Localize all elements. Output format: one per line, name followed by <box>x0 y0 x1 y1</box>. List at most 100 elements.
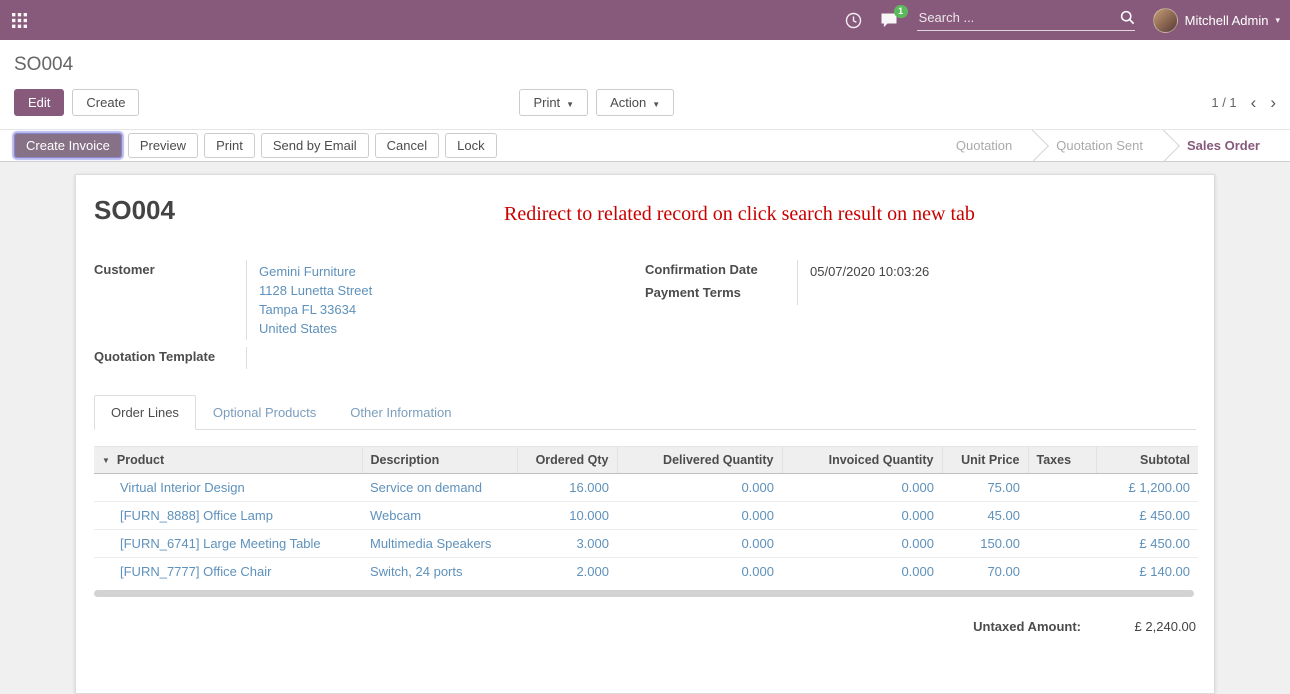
cell-invoiced-qty: 0.000 <box>782 530 942 558</box>
control-panel-buttons: Edit Create Print▼ Action▼ 1 / 1 ‹ › <box>0 89 1290 116</box>
global-search <box>917 9 1135 31</box>
pager-previous-icon[interactable]: ‹ <box>1251 94 1257 111</box>
horizontal-scrollbar[interactable] <box>94 590 1194 597</box>
avatar <box>1153 8 1178 33</box>
action-dropdown[interactable]: Action▼ <box>596 89 674 116</box>
cell-description: Multimedia Speakers <box>362 530 517 558</box>
tab-optional-products[interactable]: Optional Products <box>196 395 333 430</box>
cell-taxes <box>1028 558 1096 586</box>
cell-unit-price: 70.00 <box>942 558 1028 586</box>
column-header-product[interactable]: ▼Product <box>94 447 362 474</box>
edit-button[interactable]: Edit <box>14 89 64 116</box>
cell-delivered-qty: 0.000 <box>617 502 782 530</box>
untaxed-amount-label: Untaxed Amount: <box>973 619 1081 634</box>
cell-invoiced-qty: 0.000 <box>782 502 942 530</box>
create-button[interactable]: Create <box>72 89 139 116</box>
status-steps: Quotation Quotation Sent Sales Order <box>934 129 1290 162</box>
confirmation-date-label: Confirmation Date <box>645 260 797 283</box>
cell-description: Service on demand <box>362 474 517 502</box>
payment-terms-value <box>797 283 1196 305</box>
control-panel: SO004 Edit Create Print▼ Action▼ 1 / 1 ‹… <box>0 40 1290 129</box>
top-navbar: 1 Mitchell Admin ▾ <box>0 0 1290 40</box>
status-step-quotation[interactable]: Quotation <box>934 129 1034 162</box>
column-header-description[interactable]: Description <box>362 447 517 474</box>
cell-product: Virtual Interior Design <box>94 474 362 502</box>
sales-order-sheet: SO004 Redirect to related record on clic… <box>75 174 1215 694</box>
field-groups: Customer Gemini Furniture 1128 Lunetta S… <box>94 260 1196 369</box>
customer-address-line: United States <box>259 319 645 338</box>
customer-label: Customer <box>94 260 246 340</box>
column-header-delivered-quantity[interactable]: Delivered Quantity <box>617 447 782 474</box>
totals-section: Untaxed Amount: £ 2,240.00 <box>94 619 1196 634</box>
cell-description: Webcam <box>362 502 517 530</box>
chevron-down-icon: ▾ <box>1275 15 1280 26</box>
pager-counter: 1 / 1 <box>1211 95 1236 110</box>
customer-link[interactable]: Gemini Furniture <box>259 262 645 281</box>
column-header-invoiced-quantity[interactable]: Invoiced Quantity <box>782 447 942 474</box>
tab-order-lines[interactable]: Order Lines <box>94 395 196 430</box>
table-row[interactable]: [FURN_7777] Office Chair Switch, 24 port… <box>94 558 1198 586</box>
column-header-ordered-qty[interactable]: Ordered Qty <box>517 447 617 474</box>
cell-subtotal: £ 450.00 <box>1096 502 1198 530</box>
cell-subtotal: £ 140.00 <box>1096 558 1198 586</box>
cell-subtotal: £ 450.00 <box>1096 530 1198 558</box>
cell-product: [FURN_7777] Office Chair <box>94 558 362 586</box>
status-step-sales-order[interactable]: Sales Order <box>1165 129 1282 162</box>
customer-address-line: 1128 Lunetta Street <box>259 281 645 300</box>
user-menu[interactable]: Mitchell Admin ▾ <box>1153 8 1280 33</box>
pager: 1 / 1 ‹ › <box>1211 94 1276 111</box>
status-step-quotation-sent[interactable]: Quotation Sent <box>1034 129 1165 162</box>
notebook-tabs: Order Lines Optional Products Other Info… <box>94 395 1196 430</box>
cell-delivered-qty: 0.000 <box>617 530 782 558</box>
cell-product: [FURN_6741] Large Meeting Table <box>94 530 362 558</box>
table-row[interactable]: [FURN_6741] Large Meeting Table Multimed… <box>94 530 1198 558</box>
statusbar: Create Invoice Preview Print Send by Ema… <box>0 129 1290 162</box>
cell-delivered-qty: 0.000 <box>617 474 782 502</box>
messages-icon[interactable]: 1 <box>880 12 899 29</box>
cell-unit-price: 45.00 <box>942 502 1028 530</box>
edit-create-group: Edit Create <box>14 89 139 116</box>
cell-ordered-qty: 2.000 <box>517 558 617 586</box>
cell-invoiced-qty: 0.000 <box>782 558 942 586</box>
content-area: SO004 Redirect to related record on clic… <box>0 162 1290 694</box>
breadcrumb: SO004 <box>0 54 1290 76</box>
chevron-down-icon: ▼ <box>566 100 574 109</box>
cell-ordered-qty: 3.000 <box>517 530 617 558</box>
column-header-subtotal[interactable]: Subtotal <box>1096 447 1198 474</box>
cell-product: [FURN_8888] Office Lamp <box>94 502 362 530</box>
table-row[interactable]: [FURN_8888] Office Lamp Webcam 10.000 0.… <box>94 502 1198 530</box>
order-lines-table: ▼Product Description Ordered Qty Deliver… <box>94 446 1198 585</box>
activities-clock-icon[interactable] <box>845 12 862 29</box>
payment-terms-label: Payment Terms <box>645 283 797 305</box>
print-action-group: Print▼ Action▼ <box>519 89 674 116</box>
send-by-email-button[interactable]: Send by Email <box>261 133 369 158</box>
right-field-group: Confirmation Date 05/07/2020 10:03:26 Pa… <box>645 260 1196 369</box>
cell-ordered-qty: 16.000 <box>517 474 617 502</box>
cancel-button[interactable]: Cancel <box>375 133 439 158</box>
confirmation-date-value: 05/07/2020 10:03:26 <box>810 262 1196 281</box>
cell-invoiced-qty: 0.000 <box>782 474 942 502</box>
table-row[interactable]: Virtual Interior Design Service on deman… <box>94 474 1198 502</box>
print-dropdown[interactable]: Print▼ <box>519 89 588 116</box>
search-icon[interactable] <box>1120 10 1135 25</box>
pager-next-icon[interactable]: › <box>1270 94 1276 111</box>
column-header-unit-price[interactable]: Unit Price <box>942 447 1028 474</box>
user-name: Mitchell Admin <box>1185 13 1269 28</box>
lock-button[interactable]: Lock <box>445 133 496 158</box>
left-field-group: Customer Gemini Furniture 1128 Lunetta S… <box>94 260 645 369</box>
table-header-row: ▼Product Description Ordered Qty Deliver… <box>94 447 1198 474</box>
messages-count-badge: 1 <box>894 5 908 18</box>
print-button[interactable]: Print <box>204 133 255 158</box>
chevron-down-icon: ▼ <box>652 100 660 109</box>
search-input[interactable] <box>917 9 1116 26</box>
customer-address-line: Tampa FL 33634 <box>259 300 645 319</box>
column-header-taxes[interactable]: Taxes <box>1028 447 1096 474</box>
cell-subtotal: £ 1,200.00 <box>1096 474 1198 502</box>
tab-other-information[interactable]: Other Information <box>333 395 468 430</box>
sort-caret-icon: ▼ <box>102 456 110 465</box>
apps-menu-icon[interactable] <box>12 13 27 28</box>
quotation-template-label: Quotation Template <box>94 347 246 369</box>
preview-button[interactable]: Preview <box>128 133 198 158</box>
cell-ordered-qty: 10.000 <box>517 502 617 530</box>
create-invoice-button[interactable]: Create Invoice <box>14 133 122 158</box>
